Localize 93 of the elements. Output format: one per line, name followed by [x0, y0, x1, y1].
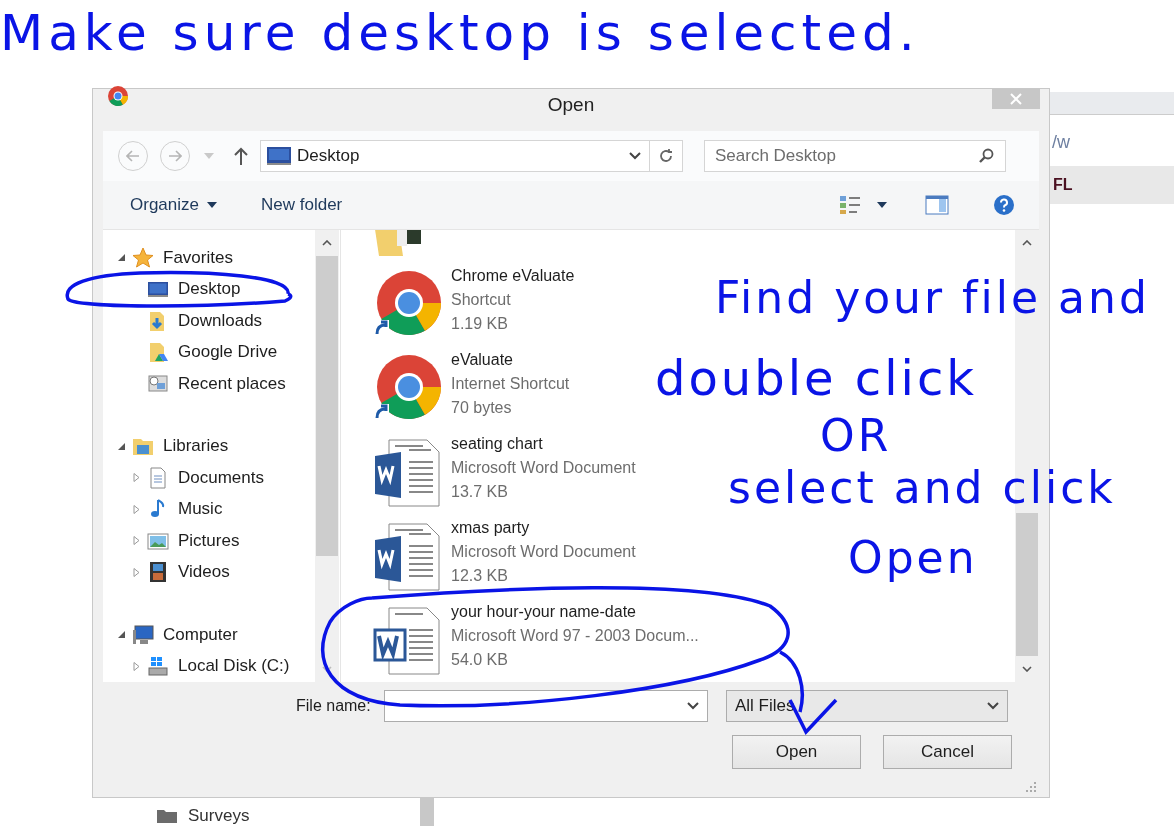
caret-icon[interactable]	[877, 202, 887, 208]
disk-icon	[147, 655, 169, 678]
file-type: Internet Shortcut	[451, 374, 570, 394]
window-title: Open	[547, 94, 595, 116]
handwritten-note: double click	[655, 350, 978, 406]
collapsed-arrow-icon[interactable]	[132, 504, 141, 514]
scroll-down-icon[interactable]	[1022, 666, 1032, 672]
collapsed-arrow-icon[interactable]	[132, 536, 141, 546]
file-name: eValuate	[451, 350, 514, 370]
scrollbar-thumb[interactable]	[316, 256, 338, 556]
file-size: 1.19 KB	[451, 314, 509, 334]
chevron-down-icon	[629, 152, 641, 160]
expanded-arrow-icon[interactable]	[117, 441, 126, 451]
documents-icon	[147, 466, 169, 489]
file-name: xmas party	[451, 518, 531, 538]
back-arrow-icon	[126, 150, 140, 162]
file-name-field[interactable]	[384, 690, 708, 722]
search-icon[interactable]	[978, 148, 994, 164]
scroll-up-icon[interactable]	[322, 240, 332, 246]
file-type: Microsoft Word Document	[451, 542, 636, 562]
expanded-arrow-icon[interactable]	[117, 253, 126, 263]
file-item[interactable]: xmas party Microsoft Word Document 12.3 KB	[373, 516, 636, 600]
search-field[interactable]: Search Desktop	[704, 140, 1006, 172]
handwritten-note: Open	[848, 532, 978, 583]
tree-item[interactable]: Documents	[103, 462, 315, 494]
word-document-icon	[373, 522, 443, 592]
file-name: seating chart	[451, 434, 544, 454]
resize-grip-icon[interactable]	[1025, 781, 1037, 793]
file-type: Shortcut	[451, 290, 512, 310]
videos-icon	[147, 561, 169, 584]
file-item[interactable]: Chrome eValuate Shortcut 1.19 KB	[373, 264, 575, 348]
collapsed-arrow-icon[interactable]	[132, 567, 141, 577]
file-item[interactable]: your hour-your name-date Microsoft Word 97 - 2003 Docum... 54.0 KB	[373, 600, 699, 682]
file-size: 13.7 KB	[451, 482, 509, 502]
address-bar[interactable]: Desktop	[260, 140, 650, 172]
address-text: /w	[1052, 132, 1070, 153]
caret-icon	[207, 202, 217, 208]
tree-item[interactable]: Recent places	[103, 368, 315, 400]
tree-item[interactable]: Local Disk (C:)	[103, 650, 315, 682]
file-type: Microsoft Word 97 - 2003 Docum...	[451, 626, 699, 646]
folder-icon	[156, 808, 178, 824]
tree-item[interactable]: Google Drive	[103, 336, 315, 368]
scrollbar-thumb[interactable]	[1016, 513, 1038, 656]
tree-item[interactable]: Videos	[103, 556, 315, 588]
up-arrow-icon[interactable]	[234, 147, 248, 165]
tree-item[interactable]: Desktop	[103, 273, 315, 305]
word-document-icon	[373, 606, 443, 676]
recent-icon	[147, 372, 169, 395]
refresh-icon	[658, 148, 674, 164]
scroll-down-icon[interactable]	[322, 666, 332, 672]
view-options-icon[interactable]	[839, 195, 861, 215]
file-size: 70 bytes	[451, 398, 513, 418]
tree-item[interactable]: Favorites	[103, 242, 315, 274]
drive-icon	[147, 341, 169, 364]
help-icon[interactable]	[993, 194, 1015, 216]
desktop-icon	[267, 147, 291, 165]
file-type: Microsoft Word Document	[451, 458, 636, 478]
tree-item[interactable]: Music	[103, 493, 315, 525]
file-name: Chrome eValuate	[451, 266, 575, 286]
chevron-down-icon	[687, 702, 699, 710]
close-icon	[1010, 93, 1022, 105]
handwritten-note: Find your file and	[715, 272, 1150, 323]
new-folder-button[interactable]: New folder	[261, 195, 343, 215]
file-name: your hour-your name-date	[451, 602, 637, 622]
scroll-up-icon[interactable]	[1022, 240, 1032, 246]
word-document-icon	[373, 438, 443, 508]
computer-icon	[132, 623, 154, 646]
tree-item[interactable]: Libraries	[103, 430, 315, 462]
expanded-arrow-icon[interactable]	[117, 630, 126, 640]
organize-menu[interactable]: Organize	[130, 195, 217, 215]
chevron-down-icon	[987, 702, 999, 710]
star-icon	[132, 246, 154, 269]
folder-label: Surveys	[188, 806, 250, 826]
file-size: 54.0 KB	[451, 650, 509, 670]
refresh-button[interactable]	[650, 140, 683, 172]
preview-pane-icon[interactable]	[925, 195, 949, 215]
bookmark-label: FL	[1053, 176, 1073, 194]
cancel-button[interactable]: Cancel	[883, 735, 1012, 769]
collapsed-arrow-icon[interactable]	[132, 661, 141, 671]
file-size: 12.3 KB	[451, 566, 509, 586]
file-item[interactable]: seating chart Microsoft Word Document 13.7 KB	[373, 432, 636, 516]
handwritten-note: Make sure desktop is selected.	[0, 4, 920, 62]
tree-item[interactable]: Pictures	[103, 525, 315, 557]
collapsed-arrow-icon[interactable]	[132, 473, 141, 483]
forward-arrow-icon	[168, 150, 182, 162]
file-name-label: File name:	[296, 697, 372, 715]
file-item[interactable]: eValuate Internet Shortcut 70 bytes	[373, 348, 570, 432]
open-button[interactable]: Open	[732, 735, 861, 769]
app-logo-icon	[107, 85, 129, 107]
tree-item[interactable]: Downloads	[103, 305, 315, 337]
handwritten-note: select and click	[728, 462, 1116, 513]
handwritten-note: OR	[820, 410, 892, 461]
tree-item[interactable]: Computer	[103, 619, 315, 651]
